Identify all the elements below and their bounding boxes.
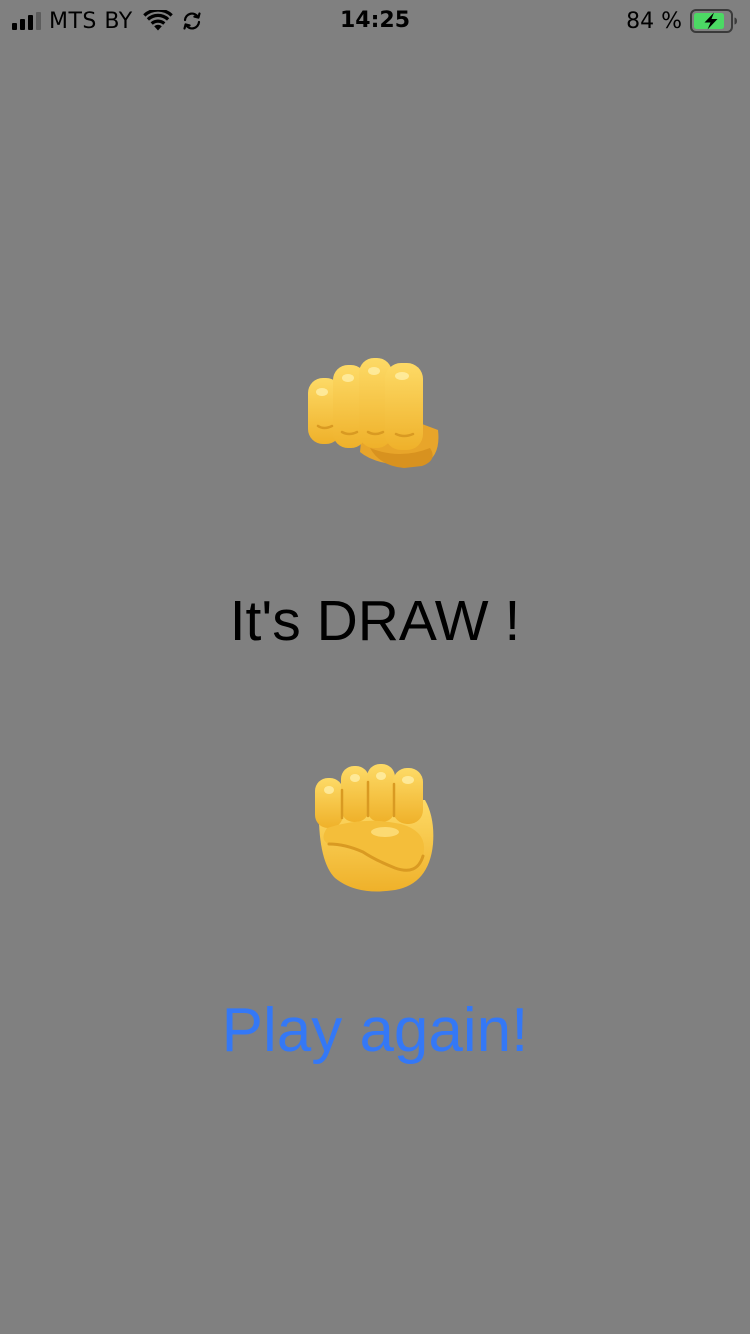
battery-percentage: 84 % — [626, 8, 682, 34]
battery-charging-icon — [690, 9, 737, 33]
status-bar: MTS BY 14:25 84 % — [0, 0, 750, 40]
oncoming-fist-icon — [308, 358, 439, 468]
play-again-button[interactable]: Play again! — [200, 995, 550, 1067]
raised-fist-icon — [315, 764, 434, 892]
status-bar-right: 84 % — [626, 8, 738, 34]
result-text: It's DRAW ! — [229, 589, 521, 653]
